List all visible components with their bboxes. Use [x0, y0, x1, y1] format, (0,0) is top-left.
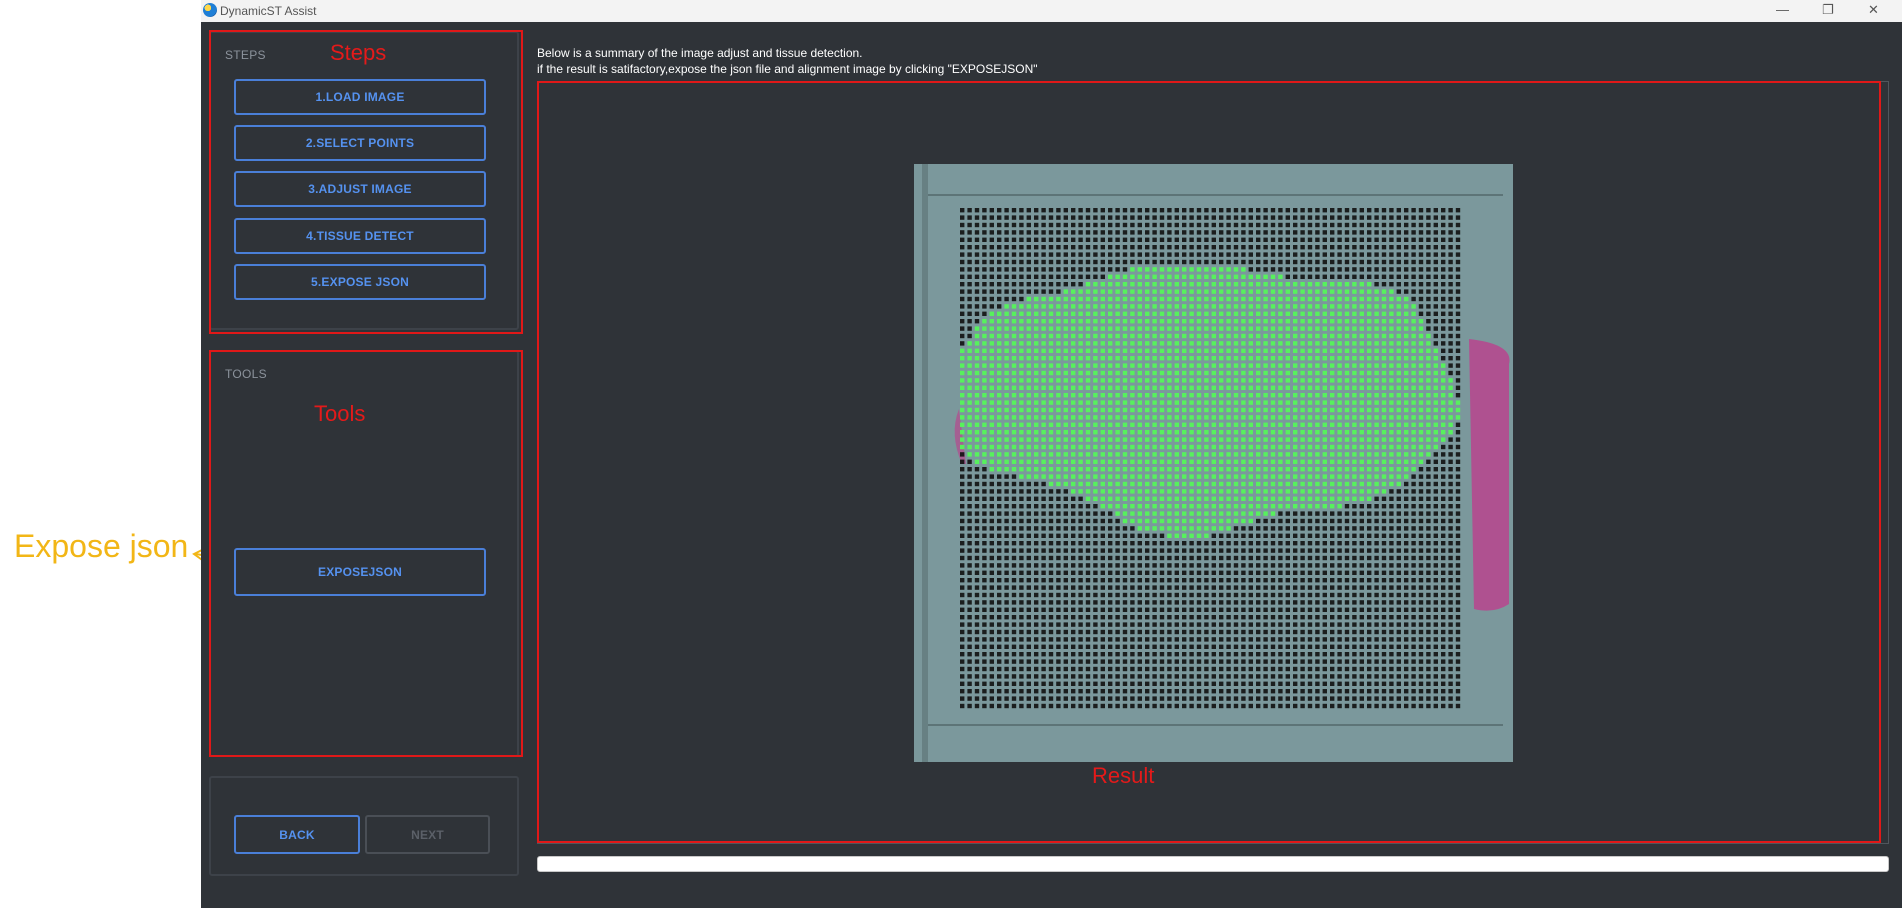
- exposejson-button[interactable]: EXPOSEJSON: [234, 548, 486, 596]
- expose-json-step-button[interactable]: 5.EXPOSE JSON: [234, 264, 486, 300]
- select-points-button[interactable]: 2.SELECT POINTS: [234, 125, 486, 161]
- window-title: DynamicST Assist: [220, 4, 317, 18]
- tools-annotation: Tools: [314, 401, 366, 426]
- tissue-detection-image: [914, 164, 1513, 762]
- expose-json-annotation: Expose json: [14, 528, 189, 564]
- title-bar: DynamicST Assist — ❐ ✕: [201, 0, 1902, 22]
- next-button[interactable]: NEXT: [365, 815, 490, 854]
- load-image-button[interactable]: 1.LOAD IMAGE: [234, 79, 486, 115]
- summary-text: Below is a summary of the image adjust a…: [537, 46, 863, 60]
- adjust-image-button[interactable]: 3.ADJUST IMAGE: [234, 171, 486, 207]
- spot-grid: [914, 164, 1513, 762]
- steps-annotation: Steps: [330, 40, 387, 65]
- tools-caption: TOOLS: [225, 367, 267, 381]
- tissue-detect-button[interactable]: 4.TISSUE DETECT: [234, 218, 486, 254]
- restore-icon[interactable]: ❐: [1822, 2, 1834, 18]
- steps-caption: STEPS: [225, 48, 266, 62]
- progress-bar: [537, 856, 1889, 872]
- back-button[interactable]: BACK: [234, 815, 360, 854]
- instruction-text: if the result is satifactory,expose the …: [537, 62, 1038, 76]
- result-annotation: Result: [1092, 763, 1155, 788]
- minimize-icon[interactable]: —: [1776, 2, 1789, 17]
- app-logo-icon: [203, 3, 217, 17]
- close-icon[interactable]: ✕: [1868, 2, 1879, 18]
